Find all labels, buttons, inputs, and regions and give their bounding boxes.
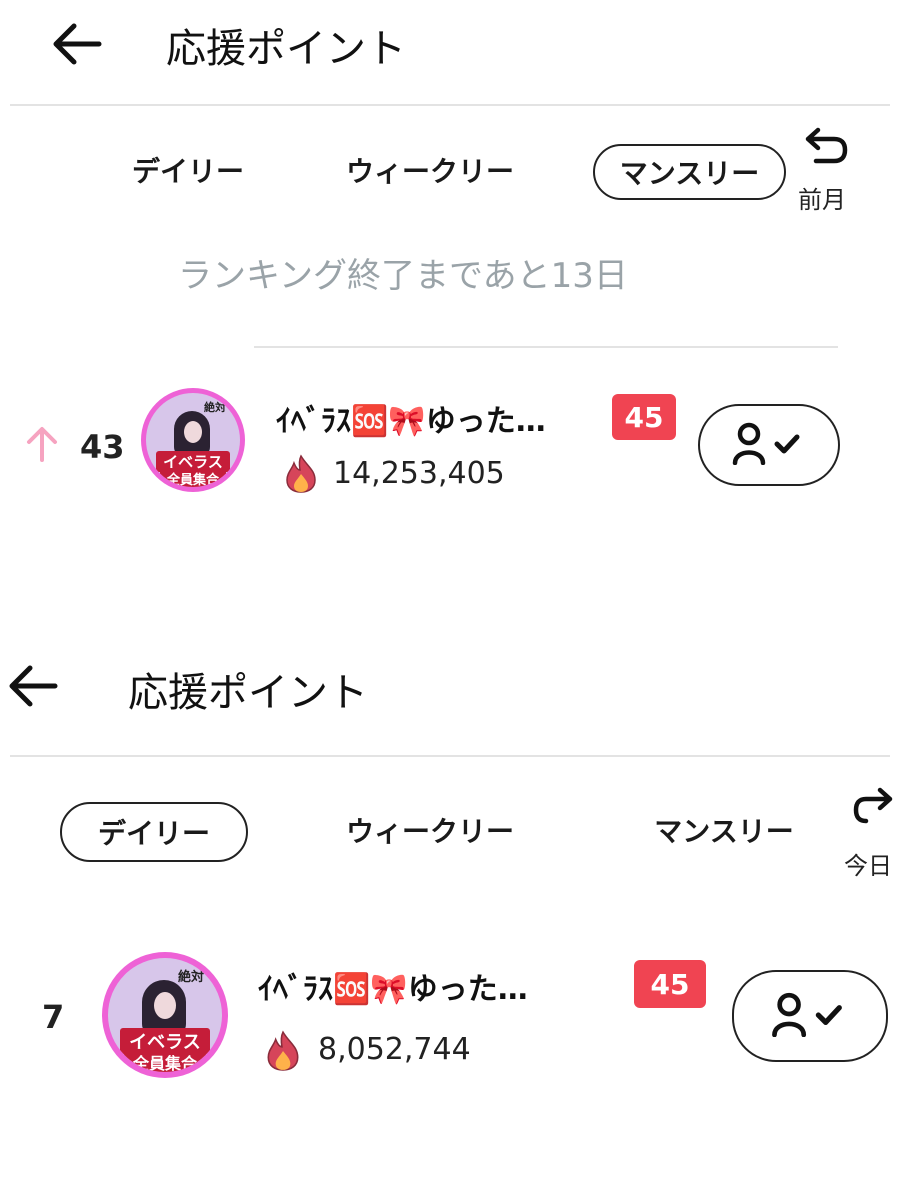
user-check-icon bbox=[731, 421, 807, 469]
user-name[interactable]: ｲﾍﾞﾗｽ🆘🎀ゆった… bbox=[276, 396, 546, 440]
undo-arrow-icon[interactable] bbox=[852, 786, 900, 826]
avatar-caption-line2: 全員集合 bbox=[124, 1050, 206, 1072]
follow-button[interactable] bbox=[698, 404, 840, 486]
avatar-face bbox=[154, 992, 176, 1019]
ranking-countdown: ランキング終了まであと13日 bbox=[178, 256, 628, 296]
level-badge: 45 bbox=[634, 960, 706, 1008]
support-points: 14,253,405 bbox=[333, 456, 505, 491]
header-divider bbox=[10, 755, 890, 757]
back-icon[interactable] bbox=[52, 22, 102, 66]
avatar[interactable]: 絶対 イベラス 全員集合 bbox=[102, 952, 228, 1078]
page-title: 応援ポイント bbox=[128, 670, 368, 716]
flame-icon bbox=[264, 1030, 302, 1072]
tab-daily[interactable]: デイリー bbox=[118, 150, 258, 194]
user-name[interactable]: ｲﾍﾞﾗｽ🆘🎀ゆった… bbox=[258, 964, 528, 1008]
avatar-caption-top: 絶対 bbox=[178, 970, 205, 985]
avatar[interactable]: 絶対 イベラス 全員集合 bbox=[141, 388, 245, 492]
avatar-face bbox=[184, 421, 202, 443]
today-label[interactable]: 今日 bbox=[844, 846, 900, 881]
header-divider bbox=[10, 104, 890, 106]
tab-daily[interactable]: デイリー bbox=[60, 802, 248, 862]
page-title: 応援ポイント bbox=[166, 26, 406, 72]
follow-button[interactable] bbox=[732, 970, 888, 1062]
support-points: 8,052,744 bbox=[318, 1032, 471, 1067]
rank-up-arrow-icon bbox=[24, 424, 60, 464]
user-check-icon bbox=[770, 991, 850, 1041]
rank-number: 43 bbox=[80, 428, 125, 466]
flame-icon bbox=[283, 454, 319, 494]
tab-weekly[interactable]: ウィークリー bbox=[330, 150, 530, 194]
undo-arrow-icon[interactable] bbox=[804, 126, 850, 166]
previous-month-label[interactable]: 前月 bbox=[798, 180, 846, 215]
tab-monthly[interactable]: マンスリー bbox=[593, 144, 786, 200]
avatar-caption-line2: 全員集合 bbox=[160, 469, 226, 487]
back-icon[interactable] bbox=[8, 664, 58, 708]
rank-number: 7 bbox=[42, 998, 65, 1036]
avatar-caption-top: 絶対 bbox=[204, 401, 226, 414]
level-badge: 45 bbox=[612, 394, 676, 440]
tab-weekly[interactable]: ウィークリー bbox=[318, 810, 542, 854]
list-divider bbox=[254, 346, 838, 348]
tab-monthly[interactable]: マンスリー bbox=[624, 810, 824, 854]
